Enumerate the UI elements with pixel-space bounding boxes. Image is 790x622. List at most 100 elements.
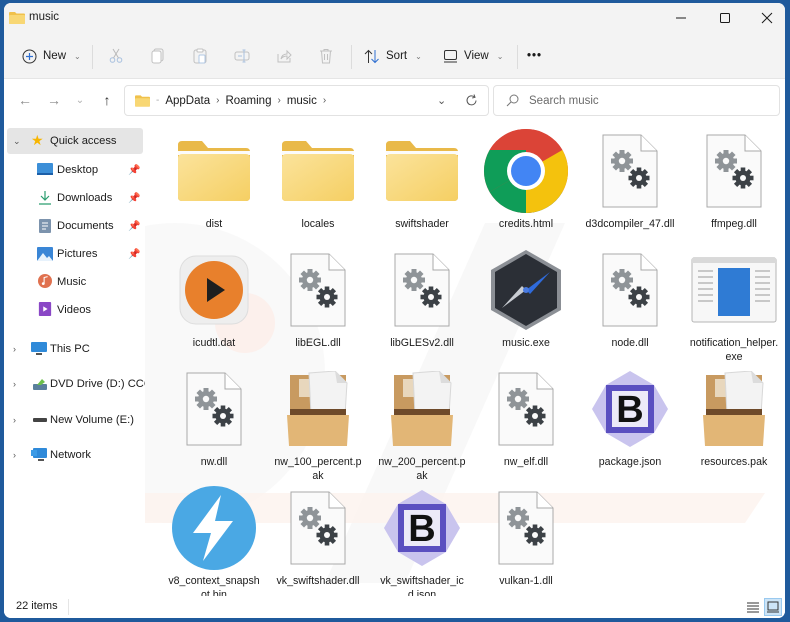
file-item[interactable]: locales (268, 125, 368, 231)
file-item[interactable]: vk_swiftshader.dll (268, 482, 368, 588)
sidebar-item-dvd-drive[interactable]: › DVD Drive (D:) CCCC (4, 371, 160, 397)
file-name: icudtl.dat (192, 337, 236, 349)
chevron-right-icon[interactable]: › (323, 95, 326, 106)
pak-file-icon (372, 363, 472, 455)
file-item[interactable]: Bpackage.json (580, 363, 680, 469)
file-item[interactable]: nw_200_percent.pak (372, 363, 472, 483)
item-count: 22 items (16, 600, 58, 612)
rename-button[interactable] (232, 46, 252, 66)
document-icon (39, 219, 51, 233)
file-item[interactable]: resources.pak (684, 363, 784, 469)
view-button[interactable]: View ⌄ (443, 41, 503, 71)
file-item[interactable]: dist (164, 125, 264, 231)
divider (517, 45, 518, 69)
sort-button[interactable]: Sort ⌄ (364, 41, 422, 71)
file-name: vulkan-1.dll (499, 575, 553, 587)
sidebar-label: Quick access (50, 135, 117, 147)
pin-icon: 📌 (128, 164, 141, 176)
file-item[interactable]: v8_context_snapshot.bin (164, 482, 264, 596)
file-item[interactable]: music.exe (476, 244, 576, 350)
address-history-dropdown[interactable]: ⌄ (437, 94, 446, 107)
cut-button[interactable] (106, 46, 126, 66)
up-button[interactable]: ↑ (97, 90, 117, 110)
paste-button[interactable] (190, 46, 210, 66)
chevron-right-icon[interactable]: › (277, 95, 280, 106)
bolt-file-icon (164, 482, 264, 574)
chevron-right-icon[interactable]: › (13, 379, 16, 389)
dll-file-icon (268, 244, 368, 336)
divider (92, 45, 93, 69)
chevron-down-icon[interactable]: ⌄ (13, 136, 21, 147)
file-item[interactable]: credits.html (476, 125, 576, 231)
forward-button[interactable]: → (44, 90, 64, 110)
file-item[interactable]: nw_100_percent.pak (268, 363, 368, 483)
minimize-button[interactable] (659, 3, 703, 33)
chevron-right-icon[interactable]: › (216, 95, 219, 106)
sidebar-item-pictures[interactable]: Pictures 📌 (4, 241, 145, 267)
chevron-down-icon: ⌄ (496, 51, 504, 61)
search-placeholder: Search music (529, 94, 599, 107)
refresh-icon[interactable] (465, 94, 478, 107)
sidebar-item-desktop[interactable]: Desktop 📌 (4, 157, 145, 183)
sidebar-item-this-pc[interactable]: › This PC (4, 336, 145, 362)
dll-file-icon (164, 363, 264, 455)
back-button[interactable]: ← (15, 90, 35, 110)
chevron-right-icon[interactable]: › (13, 415, 16, 425)
new-button[interactable]: New ⌄ (22, 41, 81, 71)
chevron-down-icon: ⌄ (415, 51, 422, 61)
maximize-icon (720, 13, 730, 23)
arrow-up-icon: ↑ (103, 92, 111, 108)
folder-icon (9, 12, 25, 24)
sidebar-item-new-volume[interactable]: › New Volume (E:) (4, 407, 145, 433)
pin-icon: 📌 (128, 192, 141, 204)
file-item[interactable]: ffmpeg.dll (684, 125, 784, 231)
breadcrumb-music[interactable]: music (287, 95, 317, 107)
file-item[interactable]: libGLESv2.dll (372, 244, 472, 350)
sidebar-item-downloads[interactable]: Downloads 📌 (4, 185, 145, 211)
close-icon (761, 12, 773, 24)
file-item[interactable]: node.dll (580, 244, 680, 350)
breadcrumb-roaming[interactable]: Roaming (225, 95, 271, 107)
file-item[interactable]: libEGL.dll (268, 244, 368, 350)
arrow-right-icon: → (47, 92, 61, 108)
delete-button[interactable] (316, 46, 336, 66)
sidebar-item-music[interactable]: Music (4, 269, 145, 295)
sidebar-item-quick-access[interactable]: ⌄ ★ Quick access (7, 128, 143, 154)
file-item[interactable]: vulkan-1.dll (476, 482, 576, 588)
folder-file-icon (164, 125, 264, 217)
sort-label: Sort (386, 50, 408, 62)
sidebar-item-documents[interactable]: Documents 📌 (4, 213, 145, 239)
sidebar-label: Downloads (57, 192, 113, 204)
chevron-right-icon[interactable]: › (13, 450, 16, 460)
file-item[interactable]: notification_helper.exe (684, 244, 784, 364)
file-item[interactable]: swiftshader (372, 125, 472, 231)
breadcrumb-appdata[interactable]: AppData (165, 95, 210, 107)
file-item[interactable]: icudtl.dat (164, 244, 264, 350)
cut-icon (109, 48, 123, 63)
file-item[interactable]: Bvk_swiftshader_icd.json (372, 482, 472, 596)
search-box[interactable]: Search music (493, 85, 780, 116)
sidebar-item-network[interactable]: › Network (4, 442, 145, 468)
file-item[interactable]: nw.dll (164, 363, 264, 469)
more-options-button[interactable]: ••• (527, 41, 542, 71)
divider (68, 599, 69, 615)
address-bar[interactable]: - AppData › Roaming › music › ⌄ (124, 85, 489, 116)
close-button[interactable] (745, 3, 785, 33)
large-icons-view-button[interactable] (764, 598, 782, 616)
copy-button[interactable] (148, 46, 168, 66)
file-list-view: dist locales swiftshader credits.html d3… (145, 123, 785, 596)
file-name: nw_100_percent.pak (274, 456, 362, 482)
file-item[interactable]: d3dcompiler_47.dll (580, 125, 680, 231)
share-button[interactable] (274, 46, 294, 66)
delete-icon (320, 49, 332, 64)
sidebar-item-videos[interactable]: Videos (4, 297, 145, 323)
file-name: nw_200_percent.pak (378, 456, 466, 482)
file-item[interactable]: nw_elf.dll (476, 363, 576, 469)
pak-file-icon (268, 363, 368, 455)
star-icon: ★ (31, 132, 44, 148)
overflow-icon: - (156, 95, 160, 106)
recent-locations-button[interactable]: ⌄ (70, 90, 90, 110)
chevron-right-icon[interactable]: › (13, 344, 16, 354)
maximize-button[interactable] (703, 3, 747, 33)
details-view-button[interactable] (744, 598, 762, 616)
